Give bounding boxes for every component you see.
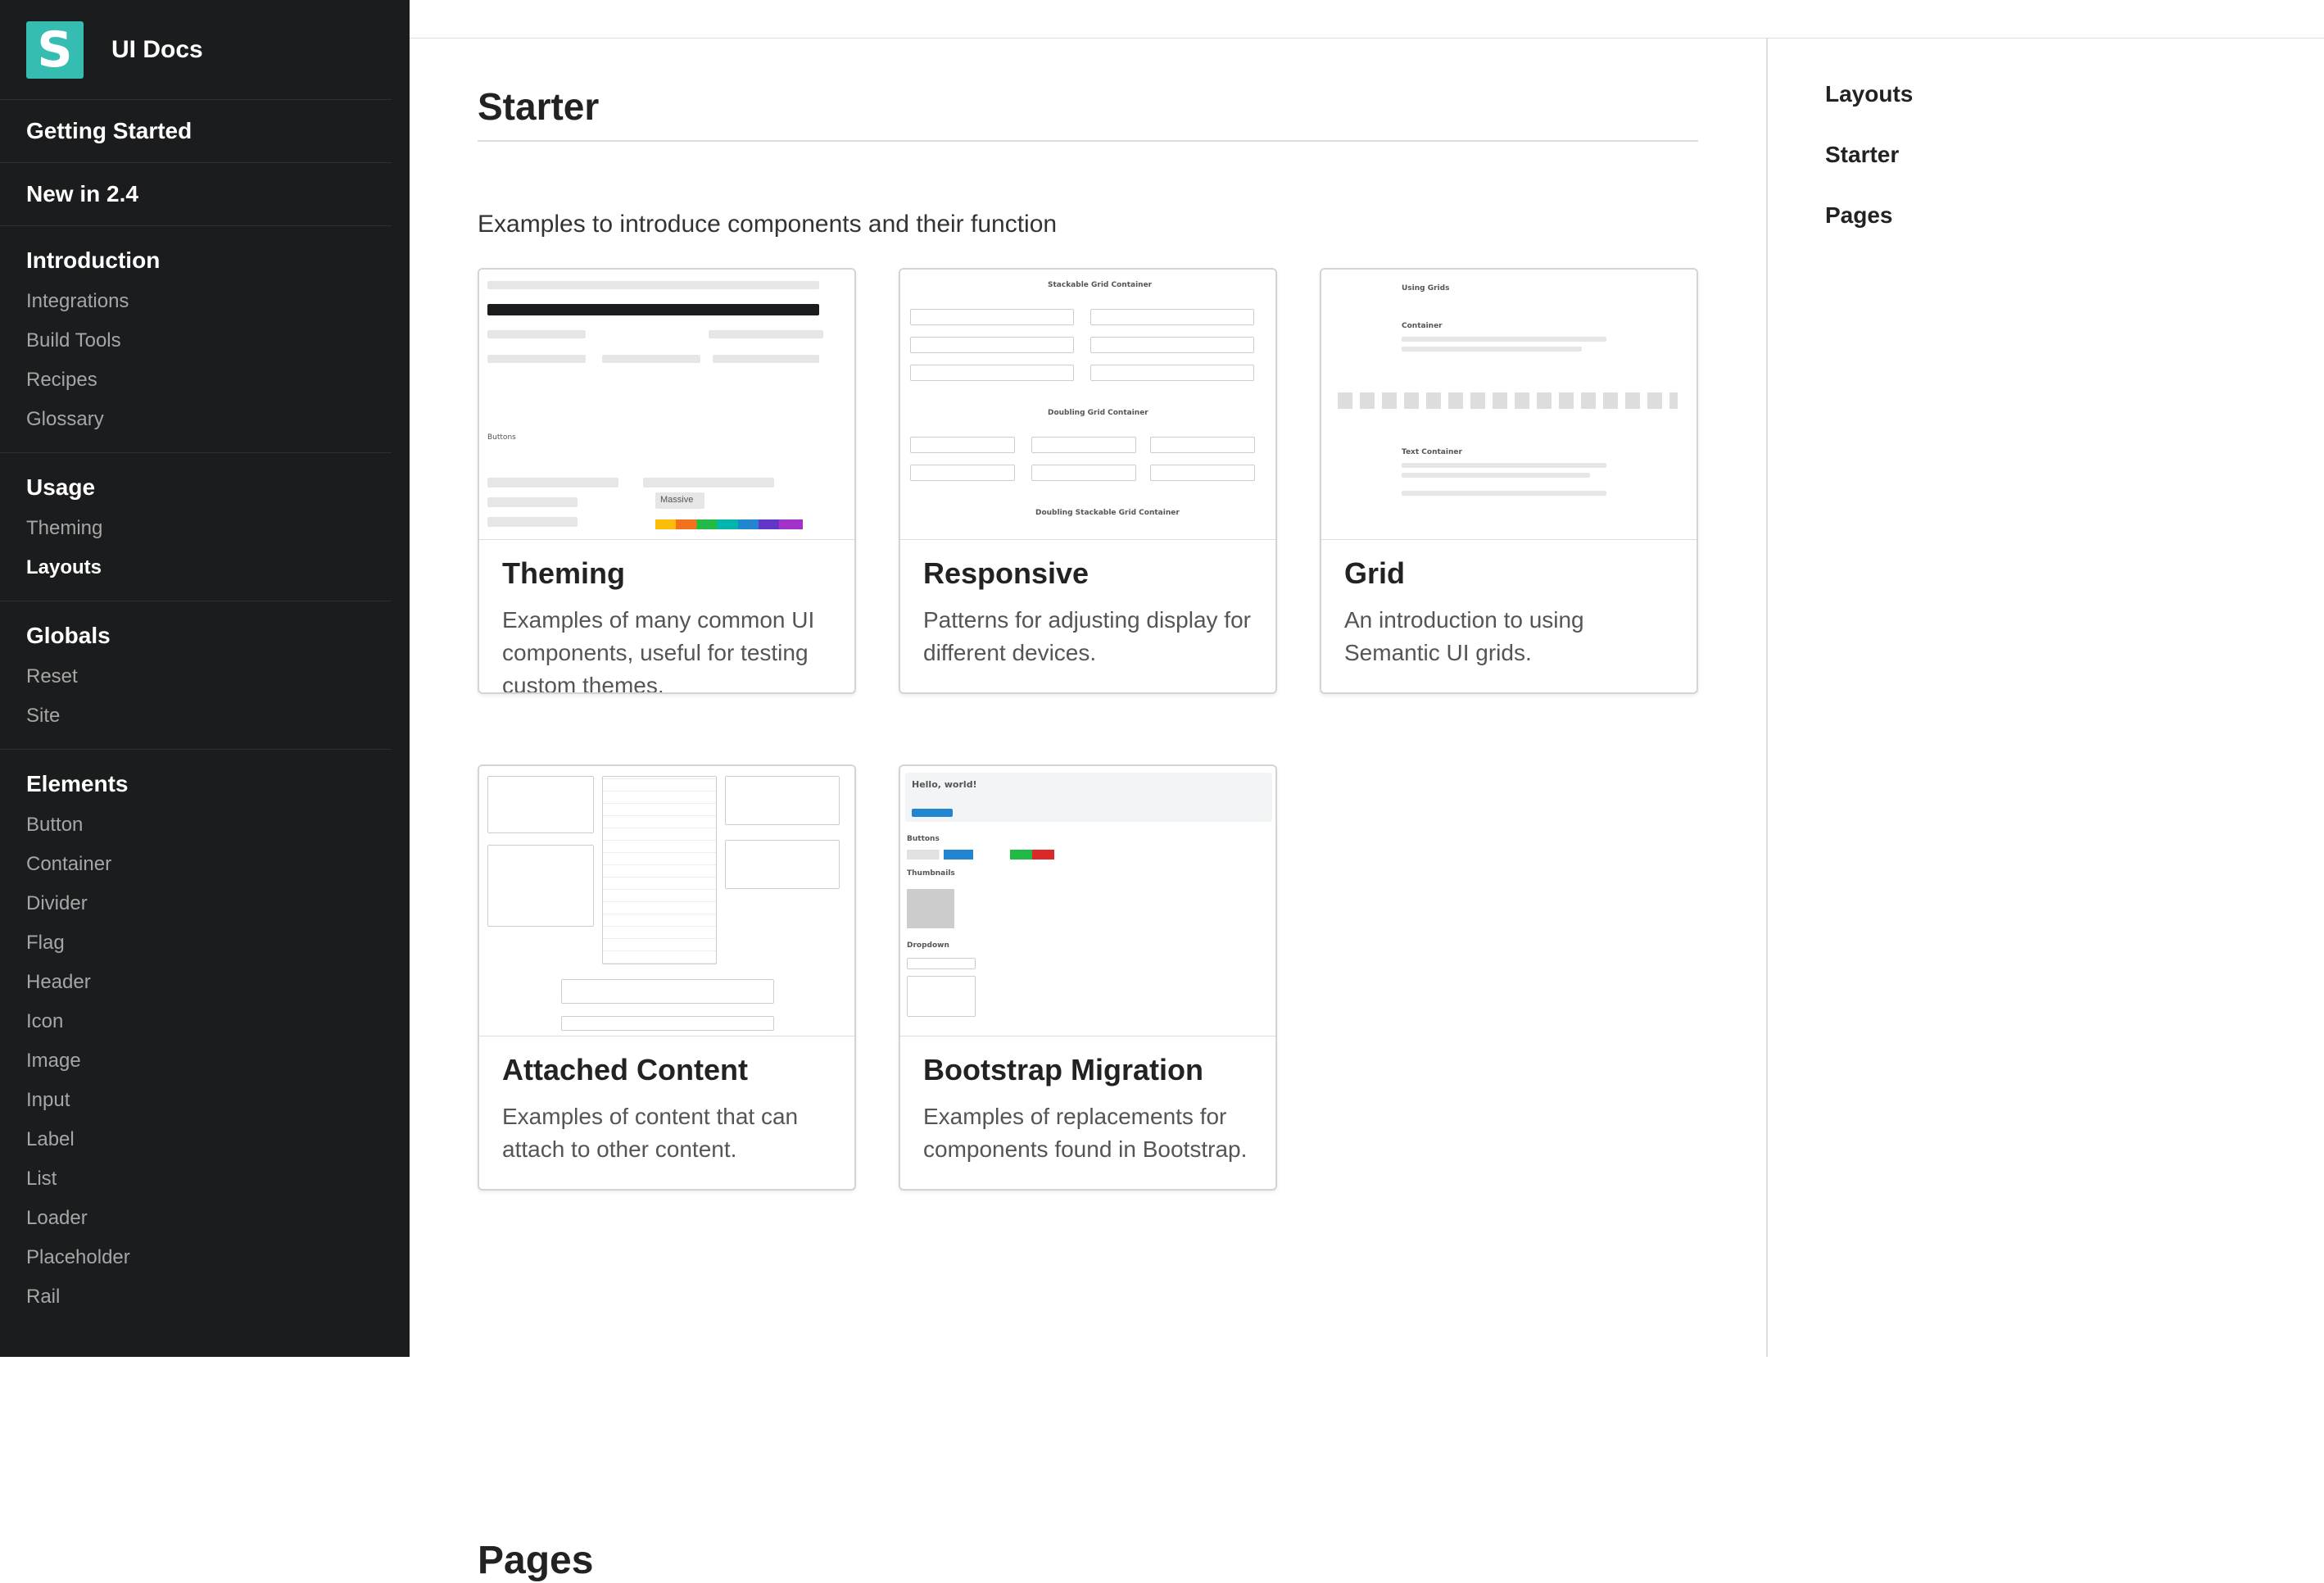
nav-item-reset[interactable]: Reset	[26, 665, 392, 688]
nav-item-theming[interactable]: Theming	[26, 517, 392, 540]
section-heading-pages: Pages	[478, 1539, 594, 1582]
nav-getting-started[interactable]: Getting Started	[0, 100, 392, 163]
thumb-heading: Thumbnails	[907, 869, 955, 878]
card-thumbnail: Stackable Grid Container Doubling Grid C…	[900, 270, 1275, 540]
card-description: Patterns for adjusting display for diffe…	[923, 607, 1251, 665]
nav-item-input[interactable]: Input	[26, 1089, 392, 1112]
table-of-contents: Layouts Starter Pages	[1766, 39, 2324, 1357]
card-description: Examples of many common UI components, u…	[502, 607, 815, 694]
nav-section-title[interactable]: Usage	[26, 474, 392, 501]
page-title: Starter	[478, 84, 1698, 142]
thumb-massive-label: Massive	[655, 492, 704, 509]
card-grid: Buttons Massive Theming Examples of many…	[478, 268, 1698, 1582]
thumb-heading: Buttons	[907, 835, 940, 843]
top-bar	[410, 0, 2324, 39]
nav-item-rail[interactable]: Rail	[26, 1286, 392, 1309]
thumb-heading: Dropdown	[907, 941, 949, 950]
thumb-heading: Container	[1402, 322, 1443, 330]
nav-item-layouts[interactable]: Layouts	[26, 556, 392, 579]
nav-item-header[interactable]: Header	[26, 971, 392, 994]
toc-item-starter[interactable]: Starter	[1825, 142, 2324, 168]
nav-item-flag[interactable]: Flag	[26, 932, 392, 955]
card-thumbnail	[479, 766, 854, 1036]
card-thumbnail: Using Grids Container Text Container	[1321, 270, 1697, 540]
brand-name: UI Docs	[111, 35, 203, 63]
card-grid-example[interactable]: Using Grids Container Text Container Gri…	[1320, 268, 1698, 694]
card-thumbnail: Buttons Massive	[479, 270, 854, 540]
card-description: Examples of content that can attach to o…	[502, 1104, 799, 1162]
thumb-heading: Hello, world!	[912, 779, 977, 790]
card-theming[interactable]: Buttons Massive Theming Examples of many…	[478, 268, 856, 694]
nav-section-title[interactable]: Elements	[26, 771, 392, 797]
nav-section-title[interactable]: Introduction	[26, 247, 392, 274]
nav-item-divider[interactable]: Divider	[26, 892, 392, 915]
nav-item-loader[interactable]: Loader	[26, 1207, 392, 1230]
nav-item-site[interactable]: Site	[26, 705, 392, 728]
card-description: An introduction to using Semantic UI gri…	[1344, 607, 1584, 665]
thumb-heading: Stackable Grid Container	[1048, 281, 1153, 289]
toc-item-layouts[interactable]: Layouts	[1825, 81, 2324, 107]
card-bootstrap-migration[interactable]: Hello, world! Buttons Thumbnails Dropdow…	[899, 764, 1277, 1191]
card-title: Theming	[502, 556, 625, 590]
nav-item-icon[interactable]: Icon	[26, 1010, 392, 1033]
nav-item-container[interactable]: Container	[26, 853, 392, 876]
nav-new-in[interactable]: New in 2.4	[0, 163, 392, 226]
card-responsive[interactable]: Stackable Grid Container Doubling Grid C…	[899, 268, 1277, 694]
main-content: Starter Examples to introduce components…	[478, 39, 1698, 1582]
thumb-buttons-label: Buttons	[487, 433, 516, 442]
nav-item-label[interactable]: Label	[26, 1128, 392, 1151]
toc-item-pages[interactable]: Pages	[1825, 202, 2324, 229]
nav-item-placeholder[interactable]: Placeholder	[26, 1246, 392, 1269]
card-title: Responsive	[923, 556, 1090, 590]
nav-item-list[interactable]: List	[26, 1168, 392, 1191]
nav-section-introduction: Introduction Integrations Build Tools Re…	[0, 226, 392, 453]
card-title: Bootstrap Migration	[923, 1053, 1203, 1086]
nav-section-usage: Usage Theming Layouts	[0, 453, 392, 601]
thumb-heading: Text Container	[1402, 448, 1462, 456]
section-description: Examples to introduce components and the…	[478, 211, 1058, 238]
nav-item-glossary[interactable]: Glossary	[26, 408, 392, 431]
nav-item-button[interactable]: Button	[26, 814, 392, 837]
brand-header[interactable]: S UI Docs	[0, 0, 392, 100]
nav-link-getting-started[interactable]: Getting Started	[26, 118, 392, 144]
thumb-heading: Doubling Grid Container	[1048, 409, 1148, 417]
card-thumbnail: Hello, world! Buttons Thumbnails Dropdow…	[900, 766, 1275, 1036]
card-title: Attached Content	[502, 1053, 748, 1086]
nav-item-integrations[interactable]: Integrations	[26, 290, 392, 313]
card-description: Examples of replacements for components …	[923, 1104, 1248, 1162]
card-attached-content[interactable]: Attached Content Examples of content tha…	[478, 764, 856, 1191]
nav-section-globals: Globals Reset Site	[0, 601, 392, 750]
card-title: Grid	[1344, 556, 1406, 590]
thumb-heading: Using Grids	[1402, 284, 1450, 293]
thumb-heading: Doubling Stackable Grid Container	[1035, 509, 1180, 517]
logo-icon: S	[26, 20, 84, 79]
nav-section-title[interactable]: Globals	[26, 623, 392, 649]
nav-item-recipes[interactable]: Recipes	[26, 369, 392, 392]
nav-item-build-tools[interactable]: Build Tools	[26, 329, 392, 352]
nav-item-image[interactable]: Image	[26, 1050, 392, 1073]
nav-section-elements: Elements Button Container Divider Flag H…	[0, 750, 392, 1330]
sidebar: S UI Docs Getting Started New in 2.4 Int…	[0, 0, 410, 1357]
nav-link-new-in[interactable]: New in 2.4	[26, 181, 392, 207]
